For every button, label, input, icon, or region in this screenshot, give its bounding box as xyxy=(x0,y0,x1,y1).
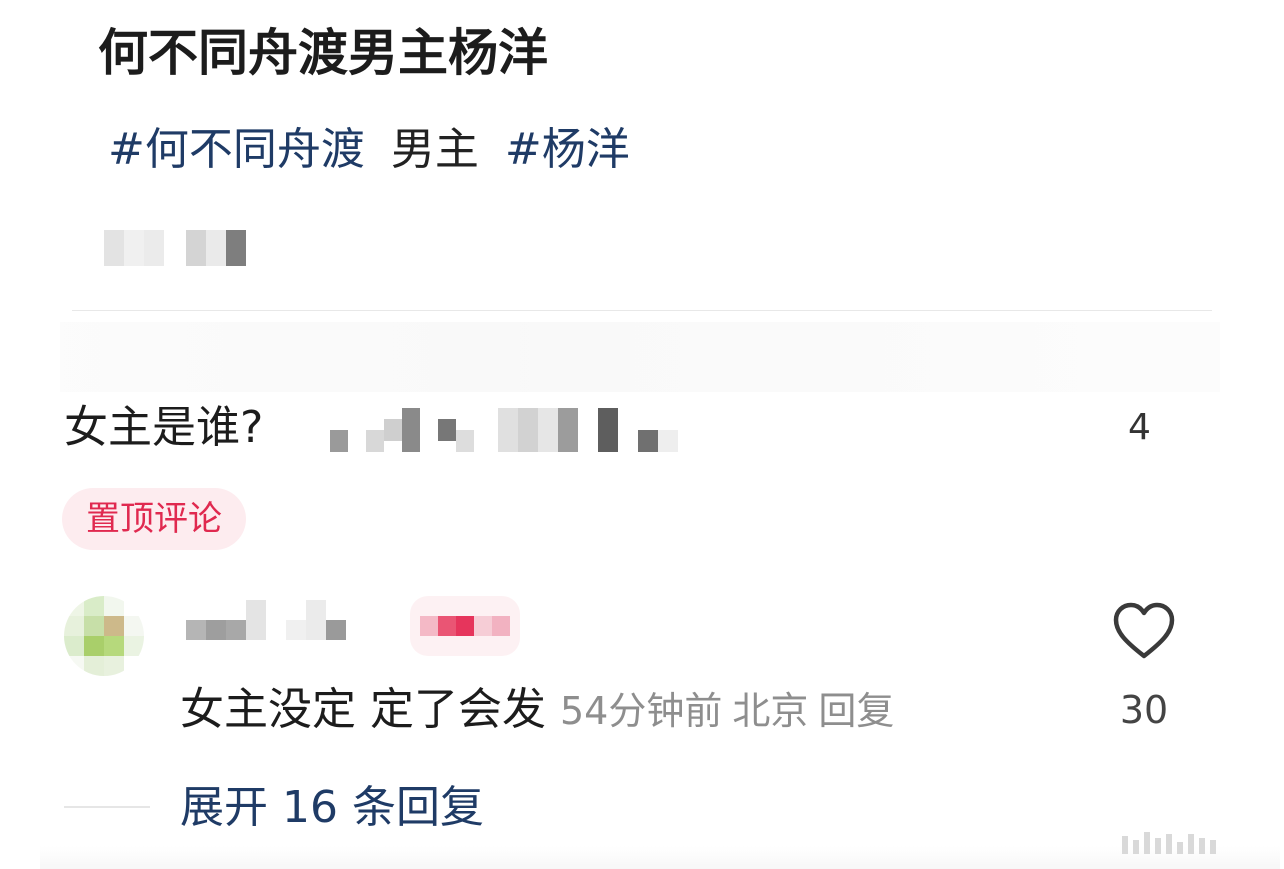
watermark-bars-icon xyxy=(1122,832,1216,854)
comment-question-text: 女主是谁? xyxy=(64,402,264,453)
reply-content: 女主没定 定了会发 xyxy=(180,684,546,735)
blurred-username[interactable] xyxy=(186,600,366,640)
faded-bottom-band xyxy=(40,846,1280,869)
comment-question: 女主是谁? xyxy=(64,396,263,460)
blurred-comment-meta xyxy=(330,408,678,452)
reply-button[interactable]: 回复 xyxy=(818,689,894,733)
hashtag-link[interactable]: #杨洋 xyxy=(505,118,630,182)
reply-line: 女主没定 定了会发 54分钟前 北京 回复 xyxy=(180,678,904,751)
post-title: 何不同舟渡男主杨洋 xyxy=(98,24,548,82)
pinned-comment-badge: 置顶评论 xyxy=(62,488,246,550)
section-divider xyxy=(72,310,1212,311)
reply-meta: 54分钟前 北京 回复 xyxy=(560,689,904,733)
blurred-post-meta xyxy=(104,230,246,266)
reply-time: 54分钟前 xyxy=(560,689,723,733)
user-avatar[interactable] xyxy=(64,596,144,676)
tag-plain-text: 男主 xyxy=(390,124,479,175)
comment-reply-count: 4 xyxy=(1128,407,1151,448)
faded-background-band xyxy=(60,322,1220,392)
reply-location: 北京 xyxy=(732,689,809,733)
heart-outline-icon[interactable] xyxy=(1112,602,1176,660)
hashtag-link[interactable]: #何不同舟渡 xyxy=(108,118,365,182)
expand-divider xyxy=(64,806,150,808)
like-count: 30 xyxy=(1119,688,1169,732)
blurred-user-badge xyxy=(410,596,520,656)
post-tags: #何不同舟渡 男主 #杨洋 xyxy=(108,118,630,182)
expand-replies-link[interactable]: 展开 16 条回复 xyxy=(180,778,484,838)
